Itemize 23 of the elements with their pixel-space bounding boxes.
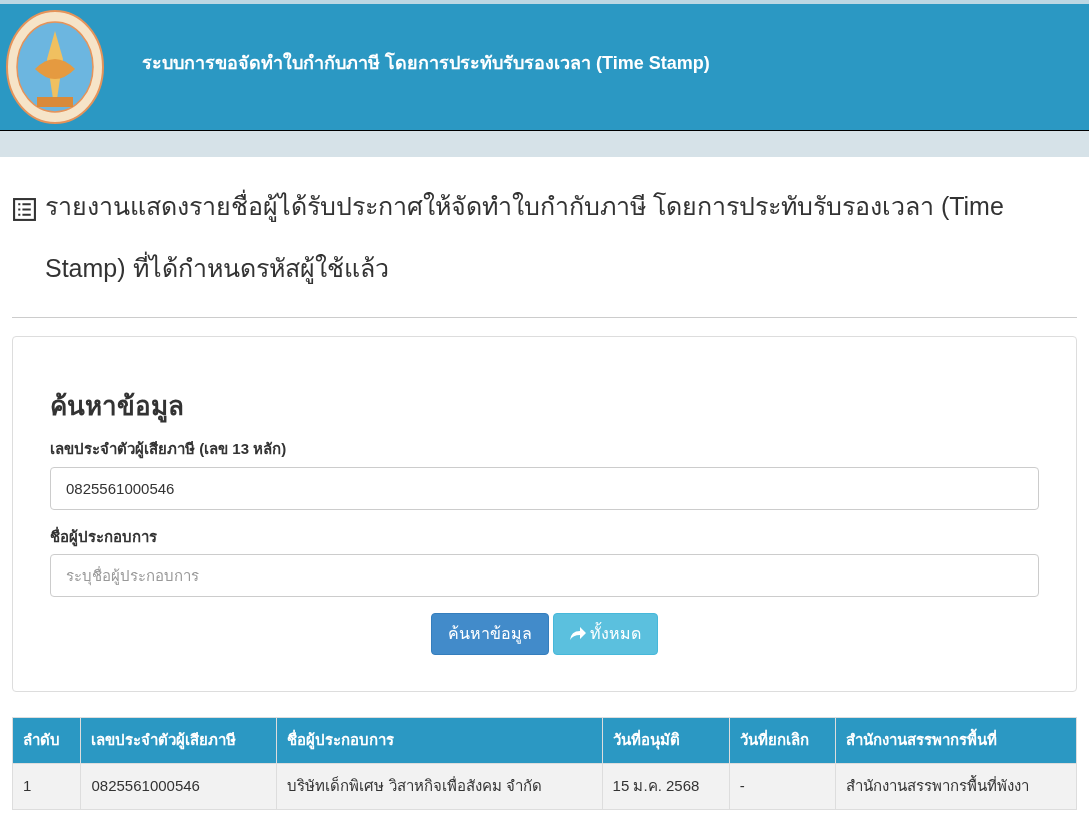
- field-label: ชื่อผู้ประกอบการ: [50, 525, 158, 548]
- input-field[interactable]: ระบุชื่อผู้ประกอบการ: [50, 554, 1039, 597]
- column-header: ชื่อผู้ประกอบการ: [277, 717, 603, 764]
- table-cell: สำนักงานสรรพากรพื้นที่พังงา: [835, 763, 1077, 810]
- table-cell: บริษัทเด็กพิเศษ วิสาหกิจเพื่อสังคม จำกัด: [277, 763, 603, 810]
- share-arrow-icon: [570, 627, 586, 641]
- column-header: ลำดับ: [12, 717, 81, 764]
- table-cell: 0825561000546: [81, 763, 277, 810]
- search-button[interactable]: ค้นหาข้อมูล: [431, 613, 549, 655]
- app-title: ระบบการขอจัดทำใบกำกับภาษี โดยการประทับรับรองเวลา (Time Stamp): [142, 51, 710, 75]
- input-field[interactable]: 0825561000546: [50, 466, 1039, 510]
- table-cell: -: [729, 763, 836, 810]
- page-title: รายงานแสดงรายชื่อผู้ได้รับประกาศให้จัดทำใบกำกับภาษี โดยการประทับรับรองเวลา (Time Stamp) ที่ได้กำหนดรหัสผู้ใช้แล้ว: [45, 175, 1077, 299]
- show-all-button[interactable]: ทั้งหมด: [553, 613, 658, 655]
- column-header: สำนักงานสรรพากรพื้นที่: [835, 717, 1077, 764]
- table-cell: 15 ม.ค. 2568: [602, 763, 730, 810]
- column-header: เลขประจำตัวผู้เสียภาษี: [81, 717, 277, 764]
- search-heading: ค้นหาข้อมูล: [50, 390, 185, 425]
- column-header: วันที่ยกเลิก: [729, 717, 836, 764]
- list-icon: [12, 197, 37, 222]
- table-cell: 1: [12, 763, 81, 810]
- field-label: เลขประจำตัวผู้เสียภาษี (เลข 13 หลัก): [50, 439, 288, 461]
- column-header: วันที่อนุมัติ: [602, 717, 730, 764]
